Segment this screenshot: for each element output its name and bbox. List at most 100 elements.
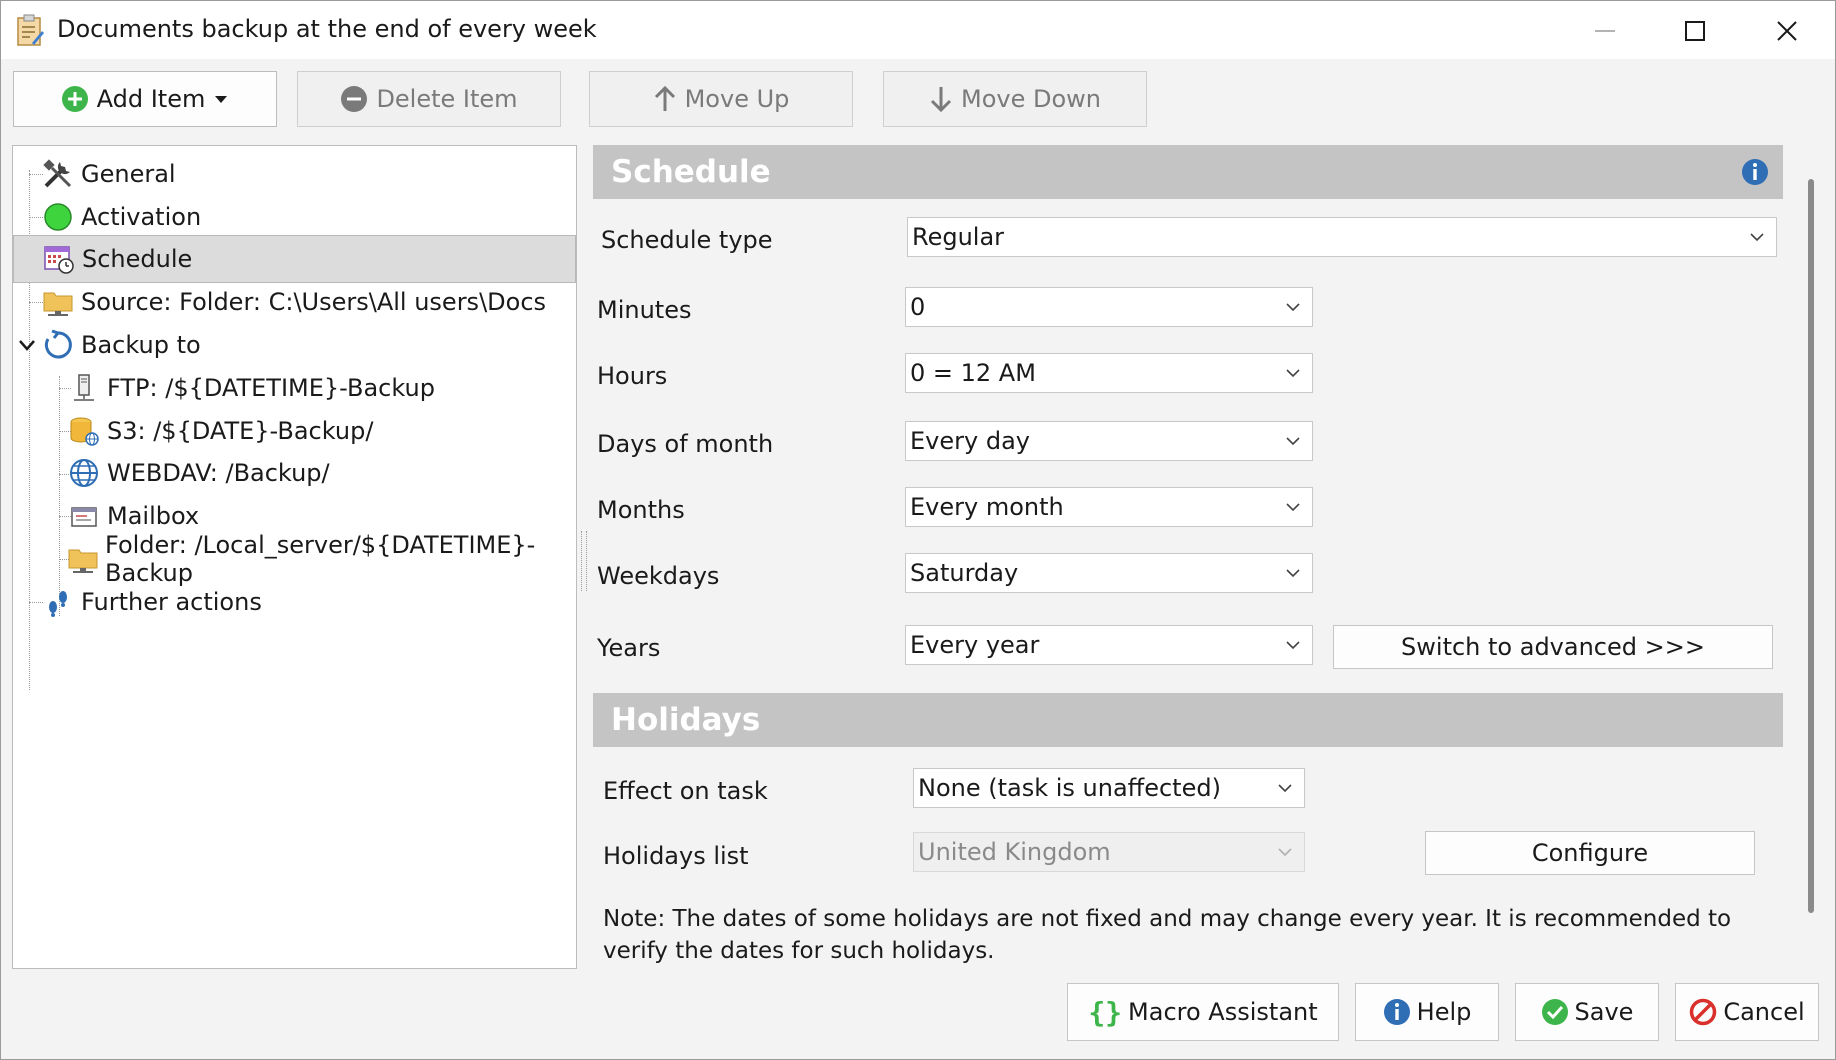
select-value: Saturday <box>910 559 1019 587</box>
holidays-list-select[interactable]: United Kingdom <box>913 832 1305 872</box>
close-button[interactable] <box>1757 9 1817 53</box>
check-circle-icon <box>1541 999 1568 1025</box>
holidays-list-label: Holidays list <box>603 842 749 870</box>
tree-item-label: Mailbox <box>107 502 200 530</box>
braces-icon: {} <box>1088 995 1123 1029</box>
section-title: Schedule <box>611 154 771 190</box>
tree-item-label: WEBDAV: /Backup/ <box>107 459 330 487</box>
hours-select[interactable]: 0 = 12 AM <box>905 353 1313 393</box>
chevron-down-icon <box>1286 369 1300 378</box>
tree-item-further-actions[interactable]: Further actions <box>41 578 262 626</box>
help-label: Help <box>1416 998 1472 1026</box>
splitter-handle[interactable] <box>581 531 587 591</box>
tree-item-backup-to[interactable]: Backup to <box>17 321 201 369</box>
save-button[interactable]: Save <box>1515 983 1659 1041</box>
refresh-icon <box>41 328 75 362</box>
switch-to-advanced-button[interactable]: Switch to advanced >>> <box>1333 625 1773 669</box>
info-icon <box>1383 999 1410 1025</box>
tree-item-label: Further actions <box>81 588 262 616</box>
dialog-window: Documents backup at the end of every wee… <box>0 0 1836 1060</box>
close-icon <box>1777 21 1797 41</box>
schedule-section-header: Schedule <box>593 145 1783 199</box>
settings-panel: Schedule Schedule type Regular Minutes 0… <box>593 145 1783 971</box>
chevron-down-icon <box>1286 503 1300 512</box>
tree-item-general[interactable]: General <box>41 150 176 198</box>
select-value: Every year <box>910 631 1040 659</box>
tree-item-label: FTP: /${DATETIME}-Backup <box>107 374 435 402</box>
tree-item-label: General <box>81 160 176 188</box>
tree-item-activation[interactable]: Activation <box>41 193 201 241</box>
folder-icon <box>41 285 75 319</box>
minutes-label: Minutes <box>597 296 692 324</box>
chevron-down-icon <box>1286 569 1300 578</box>
panel-scrollbar[interactable] <box>1808 179 1814 913</box>
info-icon[interactable] <box>1741 158 1769 186</box>
add-item-button[interactable]: Add Item <box>13 71 277 127</box>
chevron-down-icon <box>1750 233 1764 242</box>
arrow-up-icon <box>654 85 675 111</box>
cancel-button[interactable]: Cancel <box>1675 983 1819 1041</box>
months-label: Months <box>597 496 685 524</box>
cancel-icon <box>1690 998 1717 1026</box>
tree-item-source[interactable]: Source: Folder: C:\Users\All users\Docs <box>41 278 546 326</box>
minimize-button[interactable] <box>1575 9 1635 53</box>
months-select[interactable]: Every month <box>905 487 1313 527</box>
years-select[interactable]: Every year <box>905 625 1313 665</box>
days-of-month-select[interactable]: Every day <box>905 421 1313 461</box>
green-circle-icon <box>41 200 75 234</box>
footsteps-icon <box>41 585 75 619</box>
configure-button[interactable]: Configure <box>1425 831 1755 875</box>
tree-item-label: Schedule <box>82 245 193 273</box>
chevron-down-icon <box>1286 641 1300 650</box>
delete-item-label: Delete Item <box>376 85 518 113</box>
plus-circle-icon <box>61 86 88 112</box>
tree-item-folder-destination[interactable]: Folder: /Local_server/${DATETIME}-Backup <box>67 531 576 587</box>
tree-item-schedule[interactable]: Schedule <box>13 235 576 283</box>
window-title: Documents backup at the end of every wee… <box>57 15 597 43</box>
move-up-button[interactable]: Move Up <box>589 71 853 127</box>
chevron-down-icon <box>1278 848 1292 857</box>
minus-circle-icon <box>341 86 368 112</box>
arrow-down-icon <box>930 87 952 113</box>
tree-item-s3[interactable]: S3: /${DATE}-Backup/ <box>67 407 373 455</box>
select-value: 0 = 12 AM <box>910 359 1036 387</box>
tree-item-label: Source: Folder: C:\Users\All users\Docs <box>81 288 547 316</box>
chevron-down-icon <box>1286 303 1300 312</box>
select-value: Every day <box>910 427 1030 455</box>
tree-item-webdav[interactable]: WEBDAV: /Backup/ <box>67 449 330 497</box>
macro-assistant-button[interactable]: {} Macro Assistant <box>1067 983 1339 1041</box>
tree-item-label: Backup to <box>81 331 201 359</box>
help-button[interactable]: Help <box>1355 983 1499 1041</box>
holidays-section-header: Holidays <box>593 693 1783 747</box>
clipboard-edit-icon <box>15 13 45 47</box>
tree-item-ftp[interactable]: FTP: /${DATETIME}-Backup <box>67 364 435 412</box>
tools-icon <box>41 157 75 191</box>
holidays-note: Note: The dates of some holidays are not… <box>603 906 1732 964</box>
weekdays-select[interactable]: Saturday <box>905 553 1313 593</box>
schedule-type-select[interactable]: Regular <box>907 217 1777 257</box>
folder-icon <box>67 542 99 576</box>
delete-item-button[interactable]: Delete Item <box>297 71 561 127</box>
database-globe-icon <box>67 414 101 448</box>
minimize-icon <box>1595 30 1615 32</box>
hours-label: Hours <box>597 362 668 390</box>
chevron-down-icon <box>19 340 35 351</box>
settings-tree: General Activation Schedule Source: Fold… <box>12 145 577 969</box>
minutes-select[interactable]: 0 <box>905 287 1313 327</box>
move-up-label: Move Up <box>684 85 790 113</box>
title-bar: Documents backup at the end of every wee… <box>1 1 1835 59</box>
select-value: Every month <box>910 493 1064 521</box>
select-value: United Kingdom <box>918 838 1111 866</box>
select-value: None (task is unaffected) <box>918 774 1221 802</box>
move-down-button[interactable]: Move Down <box>883 71 1147 127</box>
maximize-icon <box>1685 21 1705 41</box>
select-value: Regular <box>912 223 1005 251</box>
caret-down-icon <box>215 96 228 103</box>
mailbox-icon <box>67 499 101 533</box>
chevron-down-icon <box>1286 437 1300 446</box>
globe-icon <box>67 456 101 490</box>
effect-on-task-select[interactable]: None (task is unaffected) <box>913 768 1305 808</box>
maximize-button[interactable] <box>1665 9 1725 53</box>
years-label: Years <box>597 634 661 662</box>
calendar-clock-icon <box>42 242 76 276</box>
